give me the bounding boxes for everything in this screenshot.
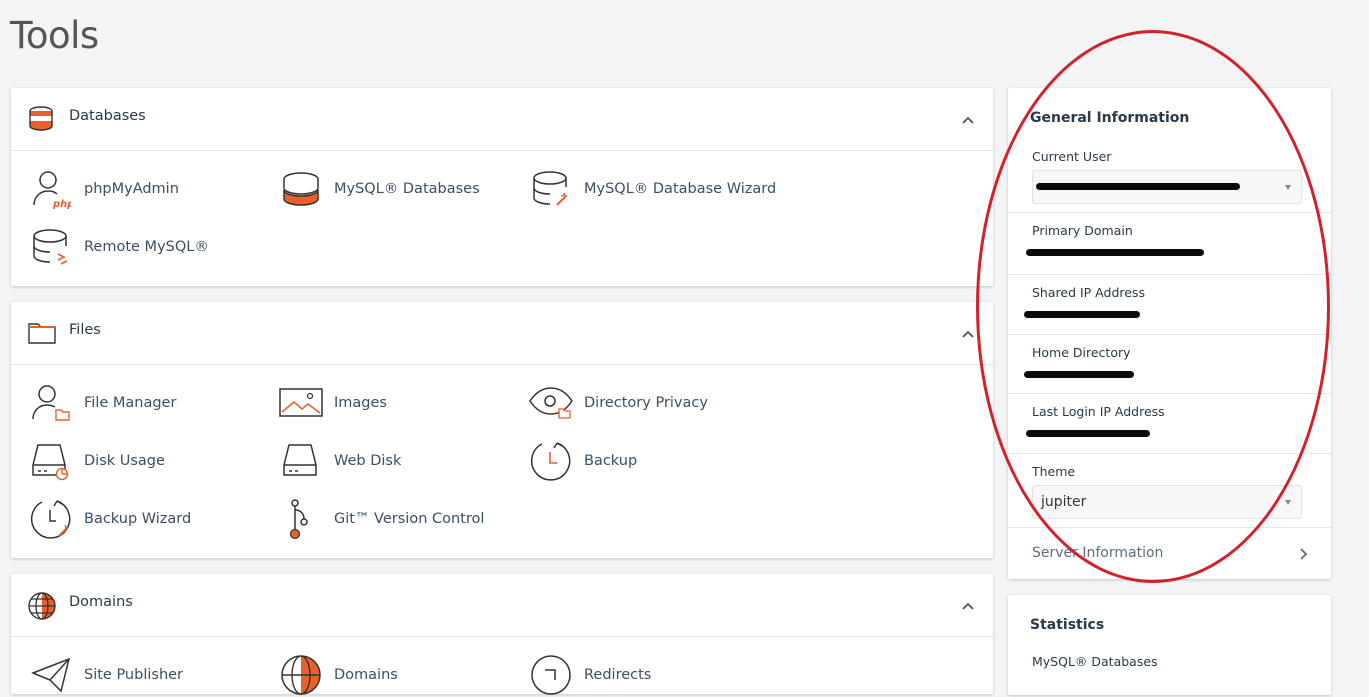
tool-git-version-control[interactable]: Git™ Version Control	[279, 497, 484, 541]
disk-usage-icon	[29, 439, 73, 483]
caret-down-icon	[1285, 185, 1291, 190]
tool-label: Domains	[334, 667, 398, 683]
theme-select[interactable]: jupiter	[1032, 485, 1302, 519]
php-user-icon: php	[29, 167, 73, 211]
databases-title: Databases	[69, 108, 146, 124]
primary-domain-row: Primary Domain	[1008, 213, 1331, 275]
tool-domains[interactable]: Domains	[279, 653, 398, 697]
redaction-mark	[1024, 311, 1140, 318]
database-icon	[279, 167, 323, 211]
tool-label: Disk Usage	[84, 453, 165, 469]
current-user-label: Current User	[1032, 149, 1112, 164]
tool-label: Images	[334, 395, 387, 411]
general-information-panel: General Information Current User Primary…	[1008, 88, 1331, 579]
redaction-mark	[1026, 430, 1150, 437]
home-directory-label: Home Directory	[1032, 345, 1131, 360]
tool-site-publisher[interactable]: Site Publisher	[29, 653, 183, 697]
tool-label: Web Disk	[334, 453, 402, 469]
git-branch-icon	[279, 497, 323, 541]
page-title: Tools	[10, 14, 99, 57]
home-directory-row: Home Directory	[1008, 335, 1331, 394]
globe-icon	[27, 591, 57, 625]
image-icon	[279, 381, 323, 425]
tool-directory-privacy[interactable]: Directory Privacy	[529, 381, 708, 425]
tool-label: Remote MySQL®	[84, 239, 209, 255]
domains-panel: Domains Site Publisher Domains Redirects	[11, 574, 993, 697]
web-disk-icon	[279, 439, 323, 483]
files-title: Files	[69, 322, 101, 338]
chevron-right-icon	[1299, 546, 1309, 565]
last-login-ip-label: Last Login IP Address	[1032, 404, 1165, 419]
backup-wizard-icon	[29, 497, 73, 541]
redaction-mark	[1026, 249, 1204, 256]
paper-plane-icon	[29, 653, 73, 697]
primary-domain-label: Primary Domain	[1032, 223, 1133, 238]
tool-redirects[interactable]: Redirects	[529, 653, 651, 697]
svg-text:php: php	[52, 199, 71, 209]
shared-ip-row: Shared IP Address	[1008, 275, 1331, 335]
last-login-ip-row: Last Login IP Address	[1008, 394, 1331, 454]
tool-label: Site Publisher	[84, 667, 184, 683]
chevron-up-icon[interactable]	[961, 110, 975, 129]
tool-label: File Manager	[84, 395, 177, 411]
domains-panel-header[interactable]: Domains	[11, 574, 993, 637]
files-panel-header[interactable]: Files	[11, 302, 993, 365]
globe-domains-icon	[279, 653, 323, 697]
statistics-mysql-databases-label: MySQL® Databases	[1032, 654, 1158, 669]
user-folder-icon	[29, 381, 73, 425]
tool-backup[interactable]: Backup	[529, 439, 637, 483]
tool-phpmyadmin[interactable]: php phpMyAdmin	[29, 167, 179, 211]
theme-label: Theme	[1032, 464, 1076, 479]
tool-label: Backup	[584, 453, 638, 469]
tool-label: Redirects	[584, 667, 652, 683]
tool-images[interactable]: Images	[279, 381, 387, 425]
theme-select-value: jupiter	[1041, 494, 1087, 510]
eye-folder-icon	[529, 381, 573, 425]
databases-panel-header[interactable]: Databases	[11, 88, 993, 151]
tool-label: MySQL® Databases	[334, 181, 480, 197]
database-stack-icon	[27, 105, 55, 137]
caret-down-icon	[1285, 500, 1291, 505]
tool-label: Backup Wizard	[84, 511, 192, 527]
database-wizard-icon	[529, 167, 573, 211]
databases-panel: Databases php phpMyAdmin MySQL® Database…	[11, 88, 993, 286]
backup-clock-icon	[529, 439, 573, 483]
domains-title: Domains	[69, 594, 133, 610]
theme-row: Theme jupiter	[1008, 454, 1331, 528]
tool-file-manager[interactable]: File Manager	[29, 381, 176, 425]
tool-label: MySQL® Database Wizard	[584, 181, 777, 197]
remote-database-icon	[29, 225, 73, 269]
folder-icon	[27, 319, 57, 351]
tool-remote-mysql[interactable]: Remote MySQL®	[29, 225, 209, 269]
chevron-up-icon[interactable]	[961, 324, 975, 343]
tool-label: Directory Privacy	[584, 395, 708, 411]
shared-ip-label: Shared IP Address	[1032, 285, 1145, 300]
tool-backup-wizard[interactable]: Backup Wizard	[29, 497, 191, 541]
server-information-label: Server Information	[1032, 545, 1164, 561]
files-panel: Files File Manager Images Directory Priv…	[11, 302, 993, 558]
tool-web-disk[interactable]: Web Disk	[279, 439, 401, 483]
tool-mysql-database-wizard[interactable]: MySQL® Database Wizard	[529, 167, 776, 211]
redirect-icon	[529, 653, 573, 697]
chevron-up-icon[interactable]	[961, 596, 975, 615]
general-information-title: General Information	[1030, 110, 1190, 126]
tool-label: phpMyAdmin	[84, 181, 179, 197]
current-user-row: Current User	[1008, 143, 1331, 213]
redaction-mark	[1024, 371, 1134, 378]
server-information-link[interactable]: Server Information	[1008, 528, 1331, 578]
tool-mysql-databases[interactable]: MySQL® Databases	[279, 167, 480, 211]
redaction-mark	[1036, 183, 1240, 190]
statistics-panel: Statistics MySQL® Databases	[1008, 595, 1331, 695]
statistics-title: Statistics	[1030, 617, 1105, 633]
tool-disk-usage[interactable]: Disk Usage	[29, 439, 165, 483]
tool-label: Git™ Version Control	[334, 511, 485, 527]
